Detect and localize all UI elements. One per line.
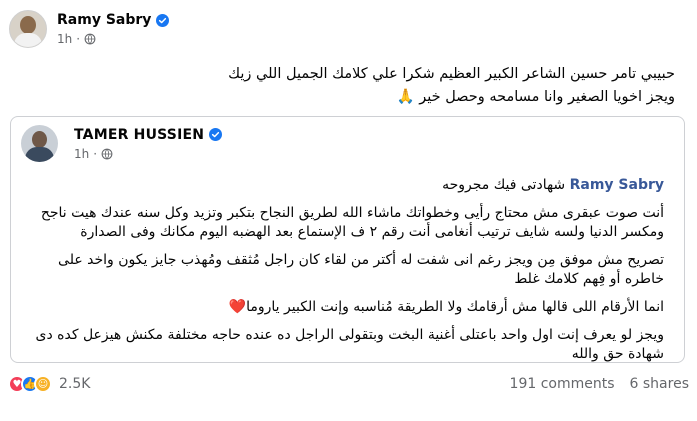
post-footer: ♥ 👍 ☺ 2.5K 191 comments 6 shares [8, 370, 689, 398]
shared-paragraph: أنت صوت عبقرى مش محتاج رأيى وخطواتك ماشا… [40, 205, 664, 240]
shared-author-name[interactable]: TAMER HUSSIEN [74, 127, 204, 143]
author-info: Ramy Sabry 1h · [57, 12, 170, 46]
shared-paragraph: ويجز لو يعرف إنت اول واحد باعتلى أغنية ا… [35, 327, 664, 362]
shared-post-body: Ramy Sabry شهادتى فيك مجروحه أنت صوت عبق… [24, 176, 664, 373]
comments-count[interactable]: 191 comments [510, 376, 615, 392]
verified-badge-icon [209, 128, 223, 141]
shared-author-avatar[interactable] [21, 125, 58, 162]
care-reaction-icon: ☺ [34, 375, 52, 393]
shared-paragraph: تصريح مش موفق مِن ويجز رغم انى شفت له أك… [58, 252, 664, 287]
mention-line: Ramy Sabry شهادتى فيك مجروحه [24, 176, 664, 195]
post-header: Ramy Sabry 1h · [9, 10, 170, 48]
engagement-counts: 191 comments 6 shares [495, 376, 689, 392]
post-text-line: ويجز اخويا الصغير وانا مسامحه وحصل خير 🙏 [396, 89, 675, 105]
author-avatar[interactable] [9, 10, 47, 48]
post-time[interactable]: 1h [57, 32, 72, 46]
globe-icon [101, 148, 113, 159]
author-name[interactable]: Ramy Sabry [57, 12, 151, 28]
shared-post-header: TAMER HUSSIEN 1h · [21, 125, 223, 162]
shared-author-info: TAMER HUSSIEN 1h · [74, 127, 223, 161]
separator-dot: · [93, 146, 98, 161]
reactions-summary[interactable]: ♥ 👍 ☺ 2.5K [8, 375, 90, 393]
shared-post-time[interactable]: 1h [74, 147, 89, 161]
post-text-line: حبيبي تامر حسين الشاعر الكبير العظيم شكر… [228, 66, 675, 82]
shared-post[interactable]: TAMER HUSSIEN 1h · Ramy Sabry شهادتى فيك… [10, 116, 685, 363]
globe-icon [84, 33, 96, 45]
shared-paragraph: انما الأرقام اللى قالها مش أرقامك ولا ال… [228, 299, 664, 315]
reaction-count[interactable]: 2.5K [59, 376, 90, 392]
mention-suffix: شهادتى فيك مجروحه [442, 177, 570, 193]
facebook-post: Ramy Sabry 1h · حبيبي تامر حسين الشاعر ا… [0, 0, 697, 421]
separator-dot: · [76, 32, 81, 46]
verified-badge-icon [156, 13, 170, 27]
post-text: حبيبي تامر حسين الشاعر الكبير العظيم شكر… [15, 63, 675, 109]
mention-link[interactable]: Ramy Sabry [570, 177, 664, 193]
shares-count[interactable]: 6 shares [630, 376, 689, 392]
